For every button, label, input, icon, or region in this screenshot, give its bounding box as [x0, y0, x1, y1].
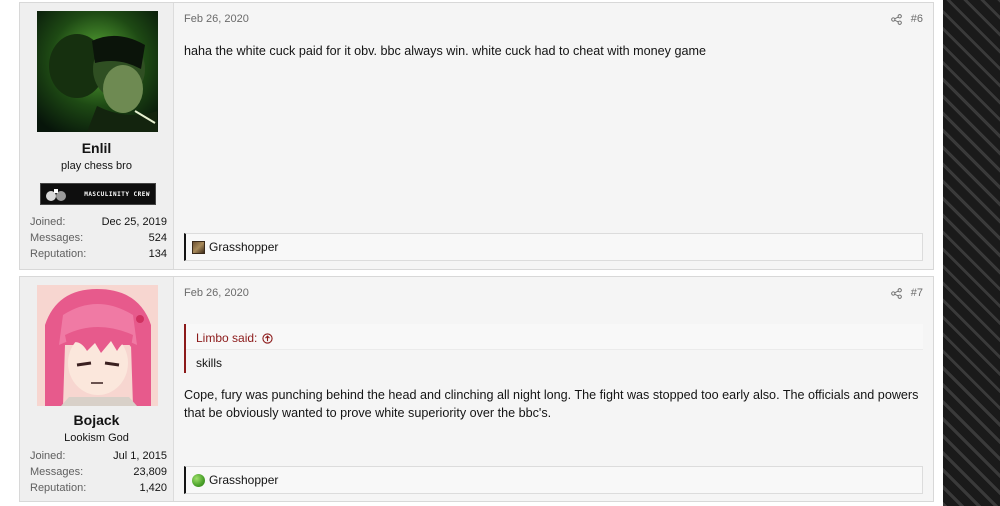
stat-value: 134: [148, 248, 167, 260]
post-main: Feb 26, 2020 #6 haha the white cuck paid…: [174, 3, 933, 269]
post-date-link[interactable]: Feb 26, 2020: [184, 287, 249, 299]
quote-text: skills: [196, 356, 222, 370]
stat-row-reputation: Reputation: 1,420: [30, 480, 167, 496]
avatar[interactable]: [37, 285, 158, 406]
banner-text: MASCULINITY CREW: [84, 190, 150, 198]
stat-label: Messages:: [30, 232, 84, 244]
stat-label: Reputation:: [30, 248, 87, 260]
reaction-icon: [192, 240, 205, 254]
stat-row-joined: Joined: Dec 25, 2019: [30, 214, 167, 230]
quote-author[interactable]: Limbo said:: [196, 331, 257, 345]
stat-value: 524: [148, 232, 167, 244]
stat-label: Joined:: [30, 216, 66, 228]
reactions-bar[interactable]: Grasshopper: [184, 233, 923, 261]
user-sidebar: Enlil play chess bro MASCULINITY CREW Jo…: [20, 3, 174, 269]
post: Bojack Lookism God Joined: Jul 1, 2015 M…: [19, 276, 934, 502]
post-number-link[interactable]: #6: [911, 13, 923, 25]
stat-label: Messages:: [30, 466, 84, 478]
stat-label: Reputation:: [30, 482, 87, 494]
user-banner: MASCULINITY CREW: [40, 183, 156, 205]
share-icon[interactable]: [890, 13, 902, 25]
user-stats: Joined: Jul 1, 2015 Messages: 23,809 Rep…: [30, 448, 167, 496]
banner-emblem-icon: [46, 189, 66, 201]
stat-label: Joined:: [30, 450, 66, 462]
thread-container: Enlil play chess bro MASCULINITY CREW Jo…: [8, 0, 943, 506]
quote-attribution[interactable]: Limbo said:: [196, 331, 274, 345]
username[interactable]: Bojack: [20, 412, 173, 428]
user-title: play chess bro: [61, 160, 132, 172]
stat-row-reputation: Reputation: 134: [30, 246, 167, 262]
quote-block: Limbo said: skills: [184, 324, 923, 373]
reactions-bar[interactable]: Grasshopper: [184, 466, 923, 494]
reaction-user[interactable]: Grasshopper: [209, 240, 278, 254]
post-date-link[interactable]: Feb 26, 2020: [184, 13, 249, 25]
user-sidebar: Bojack Lookism God Joined: Jul 1, 2015 M…: [20, 277, 174, 501]
reaction-user[interactable]: Grasshopper: [209, 473, 278, 487]
post-number-link[interactable]: #7: [911, 287, 923, 299]
post-body: Cope, fury was punching behind the head …: [184, 388, 919, 420]
like-icon: [192, 473, 205, 487]
post-actions: #7: [890, 287, 923, 299]
page-background-pattern: [943, 0, 1000, 506]
avatar[interactable]: [37, 11, 158, 132]
post: Enlil play chess bro MASCULINITY CREW Jo…: [19, 2, 934, 270]
stat-row-messages: Messages: 524: [30, 230, 167, 246]
stat-value: Jul 1, 2015: [113, 450, 167, 462]
user-title: Lookism God: [64, 432, 129, 444]
arrow-up-circle-icon[interactable]: [262, 332, 274, 344]
share-icon[interactable]: [890, 287, 902, 299]
stat-row-messages: Messages: 23,809: [30, 464, 167, 480]
post-body: haha the white cuck paid for it obv. bbc…: [184, 44, 706, 58]
quote-header: [186, 324, 923, 350]
stat-row-joined: Joined: Jul 1, 2015: [30, 448, 167, 464]
username[interactable]: Enlil: [20, 140, 173, 156]
post-actions: #6: [890, 13, 923, 25]
page-margin-left: [0, 0, 8, 506]
stat-value: 1,420: [139, 482, 167, 494]
stat-value: 23,809: [133, 466, 167, 478]
user-stats: Joined: Dec 25, 2019 Messages: 524 Reput…: [30, 214, 167, 262]
post-main: Feb 26, 2020 #7 Limbo said: skills Cope,…: [174, 277, 933, 501]
stat-value: Dec 25, 2019: [101, 216, 167, 228]
